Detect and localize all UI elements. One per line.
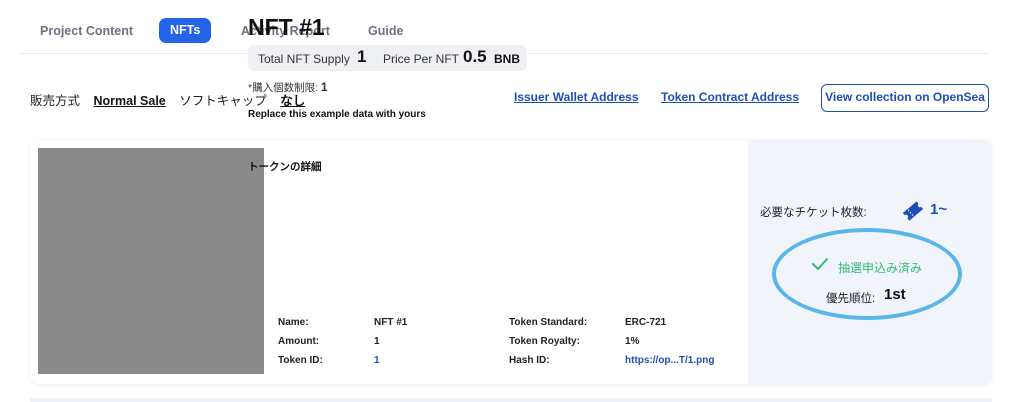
purchase-limit: *購入個数制限: 1: [248, 80, 328, 95]
token-details-title: トークンの詳細: [248, 161, 322, 173]
softcap-value: なし: [280, 94, 306, 108]
nft-description: Replace this example data with yours: [248, 109, 426, 120]
priority-rank-label: 優先順位:: [826, 293, 876, 305]
sale-method-label: 販売方式: [30, 94, 81, 108]
detail-royalty-value: 1%: [625, 336, 640, 347]
softcap-label: ソフトキャップ: [179, 94, 267, 108]
detail-standard-value: ERC-721: [625, 317, 667, 328]
detail-royalty-label: Token Royalty:: [509, 336, 580, 347]
ticket-icon: [901, 200, 925, 227]
next-card-edge: [30, 398, 992, 402]
lottery-status: 抽選申込み済み: [838, 261, 923, 275]
detail-token-id-label: Token ID:: [278, 355, 323, 366]
token-contract-link[interactable]: Token Contract Address: [661, 90, 799, 104]
nft-image: [38, 148, 264, 374]
nft-title: NFT #1: [248, 14, 325, 40]
detail-amount-value: 1: [374, 336, 380, 347]
total-supply-label: Total NFT Supply: [258, 52, 350, 66]
detail-hash-label: Hash ID:: [509, 355, 550, 366]
detail-name-label: Name:: [278, 317, 309, 328]
total-supply-value: 1: [357, 47, 367, 66]
detail-amount-label: Amount:: [278, 336, 320, 347]
detail-token-id-value[interactable]: 1: [374, 355, 380, 366]
price-label: Price Per NFT: [383, 52, 460, 66]
price-value: 0.5: [463, 47, 487, 66]
ticket-count-label: 必要なチケット枚数:: [760, 207, 867, 219]
purchase-limit-value: 1: [320, 80, 328, 94]
tab-project-content[interactable]: Project Content: [40, 19, 133, 43]
view-opensea-button[interactable]: View collection on OpenSea: [821, 84, 989, 112]
issuer-wallet-link[interactable]: Issuer Wallet Address: [514, 90, 639, 104]
detail-hash-value[interactable]: https://op...T/1.png: [625, 355, 714, 366]
priority-rank-value: 1st: [884, 286, 906, 303]
purchase-limit-label: *購入個数制限:: [248, 82, 321, 94]
supply-price-pill: Total NFT Supply 1 Price Per NFT 0.5 BNB: [248, 45, 527, 71]
detail-standard-label: Token Standard:: [509, 317, 588, 328]
nft-card-main: [30, 140, 748, 384]
tab-guide[interactable]: Guide: [368, 19, 403, 43]
price-unit: BNB: [494, 52, 520, 66]
sale-method-value: Normal Sale: [93, 94, 166, 108]
check-icon: [811, 256, 829, 277]
detail-name-value: NFT #1: [374, 317, 408, 328]
ticket-count-value: 1~: [930, 201, 948, 218]
tab-nfts[interactable]: NFTs: [159, 18, 212, 43]
